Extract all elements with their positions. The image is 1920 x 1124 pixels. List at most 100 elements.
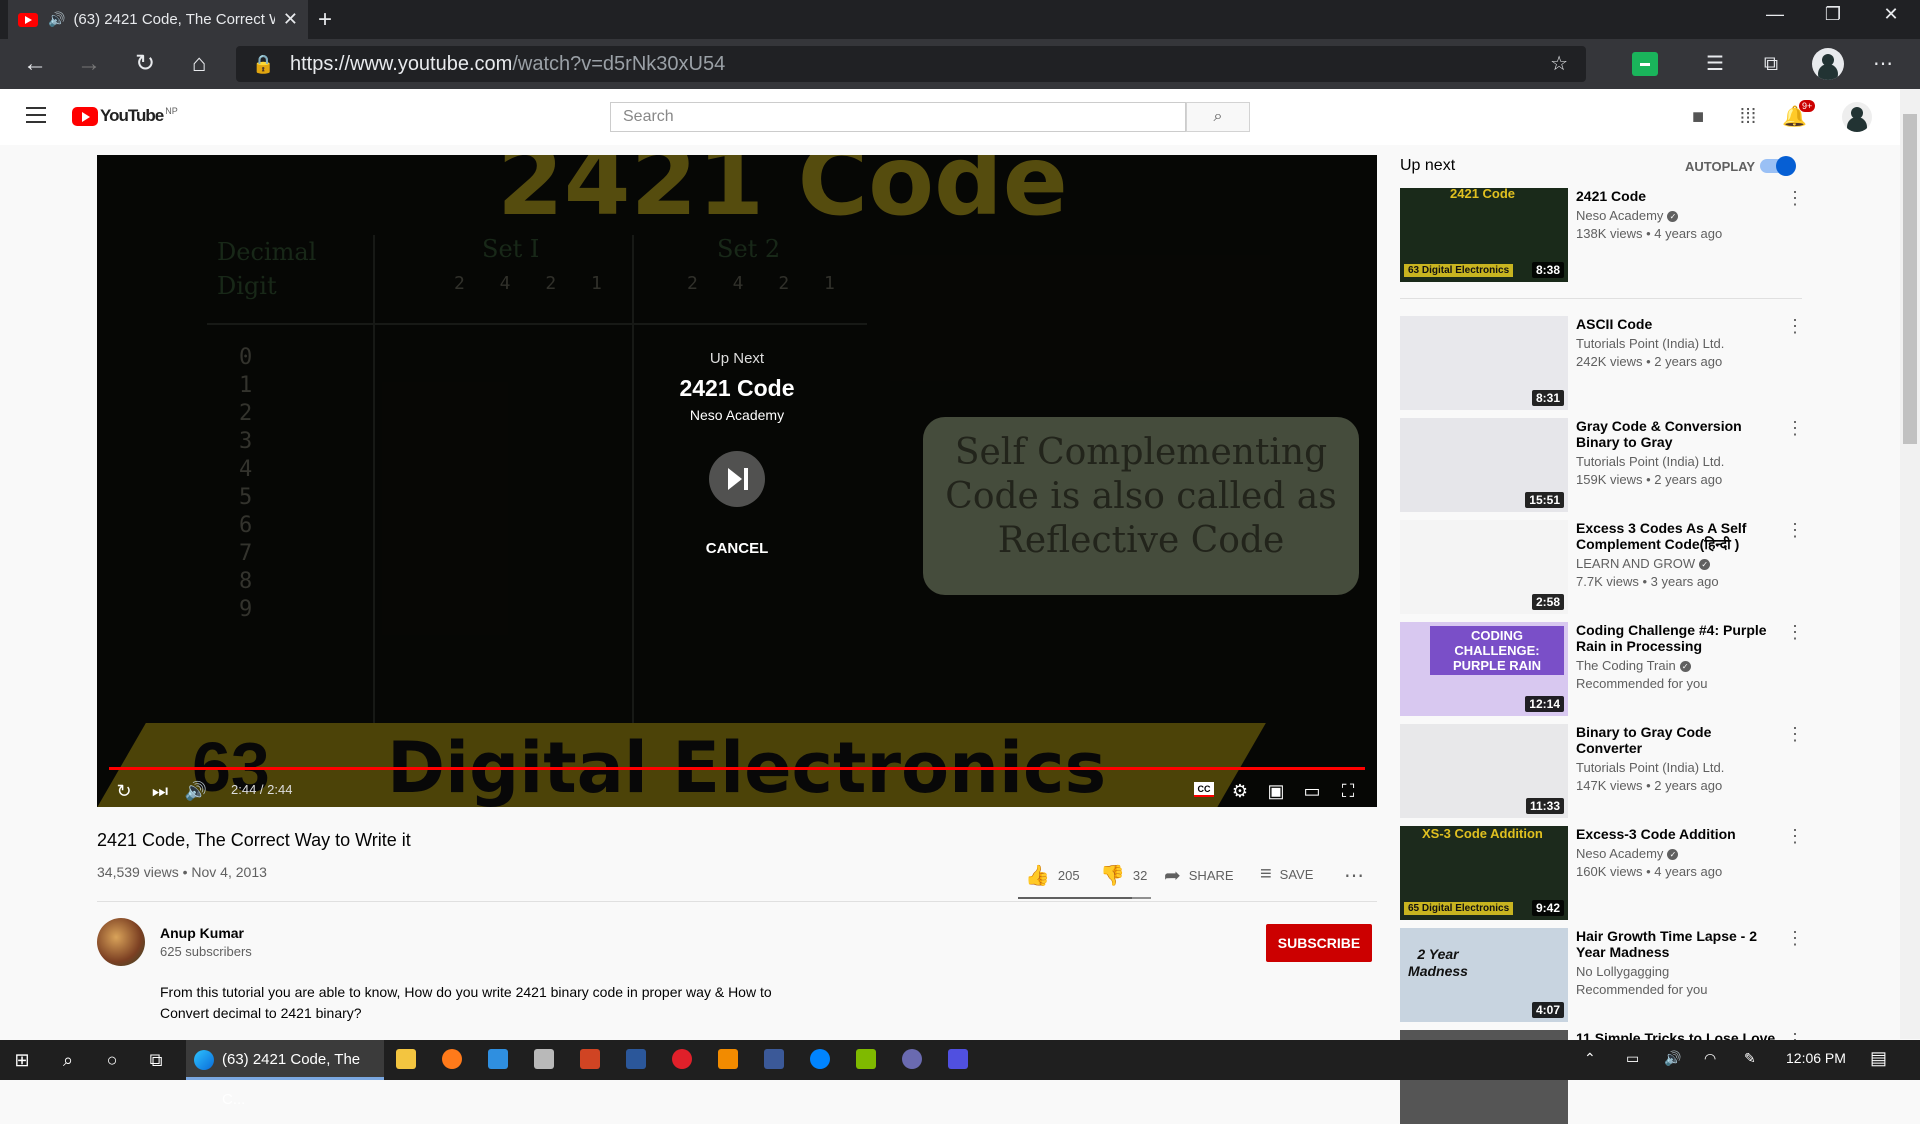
video-thumbnail[interactable]: 8:38 2421 Code 63 Digital Electronics xyxy=(1400,188,1568,282)
apps-grid-icon[interactable]: ⁞⁞⁞ xyxy=(1736,105,1760,129)
video-thumbnail[interactable]: 2:58 xyxy=(1400,520,1568,614)
favorite-star-icon[interactable]: ☆ xyxy=(1550,46,1568,82)
favorites-list-icon[interactable]: ☰ xyxy=(1702,52,1728,76)
more-options-icon[interactable]: ⋮ xyxy=(1786,418,1804,439)
recommended-video[interactable]: 8:31 ASCII Code Tutorials Point (India) Lt… xyxy=(1400,316,1810,410)
fullscreen-icon[interactable]: ⛶ xyxy=(1335,778,1361,804)
action-center-icon[interactable]: ▤ xyxy=(1870,1048,1887,1069)
extension-icon[interactable]: ▬ xyxy=(1632,52,1658,76)
cancel-autoplay-button[interactable]: CANCEL xyxy=(97,540,1377,557)
miniplayer-icon[interactable]: ▣ xyxy=(1263,778,1289,804)
task-view-icon[interactable]: ⧉ xyxy=(144,1048,168,1072)
recommended-title[interactable]: Excess 3 Codes As A Self Complement Code… xyxy=(1576,520,1776,552)
back-arrow-icon[interactable]: ← xyxy=(20,49,50,79)
save-button[interactable]: ≡ SAVE xyxy=(1260,863,1313,886)
more-menu-icon[interactable]: ⋯ xyxy=(1870,52,1896,76)
battery-icon[interactable]: ▭ xyxy=(1626,1050,1639,1067)
word-icon[interactable] xyxy=(626,1049,646,1069)
refresh-icon[interactable]: ↻ xyxy=(130,49,160,79)
more-options-icon[interactable]: ⋮ xyxy=(1786,188,1804,209)
theater-mode-icon[interactable]: ▭ xyxy=(1299,778,1325,804)
more-actions-button[interactable]: ⋯ xyxy=(1344,863,1364,888)
mail-icon[interactable] xyxy=(488,1049,508,1069)
recommended-channel[interactable]: Tutorials Point (India) Ltd. xyxy=(1576,336,1724,351)
share-button[interactable]: ➦ SHARE xyxy=(1164,863,1234,888)
more-options-icon[interactable]: ⋮ xyxy=(1786,622,1804,643)
create-video-icon[interactable]: ■ xyxy=(1686,105,1710,129)
video-thumbnail[interactable]: 12:14 CODING CHALLENGE: PURPLE RAIN xyxy=(1400,622,1568,716)
new-tab-button[interactable]: + xyxy=(318,6,332,34)
app-icon[interactable] xyxy=(902,1049,922,1069)
windows-start-icon[interactable]: ⊞ xyxy=(10,1048,34,1072)
subscribe-button[interactable]: SUBSCRIBE xyxy=(1266,924,1372,962)
video-thumbnail[interactable]: 8:31 xyxy=(1400,316,1568,410)
video-thumbnail[interactable]: 4:07 2 Year Madness xyxy=(1400,928,1568,1022)
recommended-channel[interactable]: Tutorials Point (India) Ltd. xyxy=(1576,760,1724,775)
recommended-channel[interactable]: The Coding Train ✓ xyxy=(1576,658,1691,673)
recommended-video[interactable]: 11:33 Binary to Gray Code Converter Tutori… xyxy=(1400,724,1810,818)
captions-icon[interactable]: CC xyxy=(1194,782,1214,797)
scrollbar-thumb[interactable] xyxy=(1903,114,1917,444)
file-explorer-icon[interactable] xyxy=(396,1049,416,1069)
search-input[interactable]: Search xyxy=(610,102,1186,132)
app-icon[interactable] xyxy=(856,1049,876,1069)
tray-chevron-icon[interactable]: ⌃ xyxy=(1584,1050,1596,1067)
recommended-channel[interactable]: No Lollygagging xyxy=(1576,964,1669,979)
recommended-video[interactable]: 15:51 Gray Code & Conversion Binary to Gr… xyxy=(1400,418,1810,512)
next-icon[interactable]: ⏭ xyxy=(147,778,173,804)
settings-gear-icon[interactable]: ⚙ xyxy=(1227,778,1253,804)
firefox-icon[interactable] xyxy=(442,1049,462,1069)
minimize-button[interactable]: — xyxy=(1746,0,1804,30)
account-avatar[interactable] xyxy=(1842,102,1872,132)
recommended-channel[interactable]: Tutorials Point (India) Ltd. xyxy=(1576,454,1724,469)
close-window-button[interactable]: ✕ xyxy=(1862,0,1920,30)
up-next-title[interactable]: 2421 Code xyxy=(97,375,1377,402)
browser-profile-avatar[interactable] xyxy=(1812,48,1844,80)
channel-name[interactable]: Anup Kumar xyxy=(160,925,244,941)
vlc-icon[interactable] xyxy=(718,1049,738,1069)
recommended-channel[interactable]: Neso Academy ✓ xyxy=(1576,208,1679,223)
youtube-logo[interactable]: YouTube NP xyxy=(72,106,178,126)
more-options-icon[interactable]: ⋮ xyxy=(1786,724,1804,745)
play-next-button[interactable] xyxy=(709,451,765,507)
store-icon[interactable] xyxy=(534,1049,554,1069)
dislike-button[interactable]: 👎 32 xyxy=(1100,863,1147,888)
facebook-icon[interactable] xyxy=(764,1049,784,1069)
channel-avatar[interactable] xyxy=(97,918,145,966)
recommended-video[interactable]: 8:38 2421 Code 63 Digital Electronics 2421 … xyxy=(1400,188,1810,282)
search-icon[interactable]: ⌕ xyxy=(56,1048,80,1072)
recommended-video[interactable]: 9:42 XS-3 Code Addition 65 Digital Electro… xyxy=(1400,826,1810,920)
forward-arrow-icon[interactable]: → xyxy=(74,49,104,79)
hamburger-menu-icon[interactable] xyxy=(26,107,46,128)
video-thumbnail[interactable]: 9:42 XS-3 Code Addition 65 Digital Electro… xyxy=(1400,826,1568,920)
recommended-title[interactable]: ASCII Code xyxy=(1576,316,1776,332)
pen-icon[interactable]: ✎ xyxy=(1744,1050,1756,1067)
search-button[interactable]: ⌕ xyxy=(1186,102,1250,132)
clock[interactable]: 12:06 PM xyxy=(1786,1050,1846,1066)
more-options-icon[interactable]: ⋮ xyxy=(1786,928,1804,949)
recommended-title[interactable]: Gray Code & Conversion Binary to Gray xyxy=(1576,418,1776,450)
address-bar[interactable]: 🔒 https://www.youtube.com/watch?v=d5rNk3… xyxy=(236,46,1586,82)
collections-icon[interactable]: ⧉ xyxy=(1758,52,1784,76)
opera-icon[interactable] xyxy=(672,1049,692,1069)
video-player[interactable]: 2421 Code Decimal Digit Set I Set 2 2 4 … xyxy=(97,155,1377,807)
more-options-icon[interactable]: ⋮ xyxy=(1786,316,1804,337)
recommended-title[interactable]: Binary to Gray Code Converter xyxy=(1576,724,1776,756)
restore-button[interactable]: ❐ xyxy=(1804,0,1862,30)
speaker-icon[interactable]: 🔊 xyxy=(48,11,65,28)
recommended-video[interactable]: 2:58 Excess 3 Codes As A Self Complement … xyxy=(1400,520,1810,614)
page-scrollbar[interactable] xyxy=(1900,89,1920,1039)
like-button[interactable]: 👍 205 xyxy=(1025,863,1080,888)
recommended-title[interactable]: 2421 Code xyxy=(1576,188,1776,204)
recommended-title[interactable]: Coding Challenge #4: Purple Rain in Proc… xyxy=(1576,622,1776,654)
autoplay-toggle[interactable] xyxy=(1760,156,1796,176)
video-thumbnail[interactable]: 11:33 xyxy=(1400,724,1568,818)
close-tab-icon[interactable]: ✕ xyxy=(283,9,298,30)
more-options-icon[interactable]: ⋮ xyxy=(1786,826,1804,847)
recommended-title[interactable]: Excess-3 Code Addition xyxy=(1576,826,1776,842)
volume-icon[interactable]: 🔊 xyxy=(183,778,209,804)
browser-tab[interactable]: 🔊 (63) 2421 Code, The Correct Way to Wri… xyxy=(8,0,308,39)
more-options-icon[interactable]: ⋮ xyxy=(1786,520,1804,541)
volume-icon[interactable]: 🔊 xyxy=(1664,1050,1681,1067)
app-icon[interactable] xyxy=(948,1049,968,1069)
